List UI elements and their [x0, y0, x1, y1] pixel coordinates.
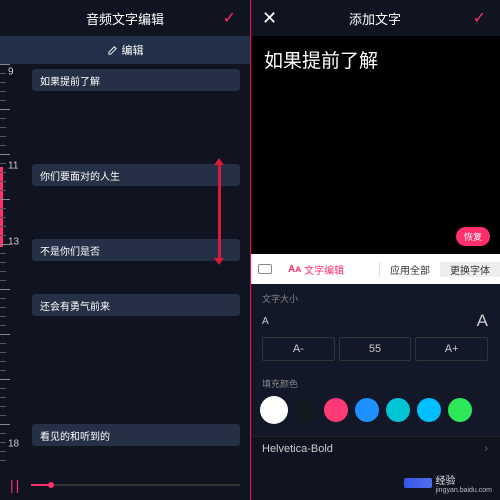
tab-change-font[interactable]: 更换字体 [440, 262, 500, 277]
lyric-text: 你们要面对的人生 [40, 168, 120, 183]
size-value: 55 [339, 337, 412, 361]
color-swatches [262, 396, 488, 428]
tab-row: Aᴀ 文字编辑 应用全部 更换字体 [250, 254, 500, 284]
color-swatch[interactable] [386, 398, 410, 422]
color-swatch[interactable] [324, 398, 348, 422]
audio-text-edit-screen: 音频文字编辑 ✓ 编辑 9 11 13 18 如果提前了解 你们要面对的人生 不… [0, 0, 250, 500]
size-max-icon: A [477, 311, 488, 331]
left-title: 音频文字编辑 [86, 9, 164, 28]
drag-arrow-icon [218, 164, 221, 259]
preview-text: 如果提前了解 [264, 46, 486, 73]
fill-label: 填充颜色 [262, 377, 488, 390]
lyric-text: 如果提前了解 [40, 73, 100, 88]
tab-text-edit[interactable]: Aᴀ 文字编辑 [280, 262, 352, 277]
confirm-button[interactable]: ✓ [473, 8, 486, 28]
color-swatch[interactable] [262, 398, 286, 422]
lyric-text: 看见的和听到的 [40, 428, 110, 443]
lyric-text: 还会有勇气前来 [40, 298, 110, 313]
size-slider[interactable]: A A [262, 311, 488, 331]
lyric-text: 不是你们是否 [40, 243, 100, 258]
ruler: 9 11 13 18 [0, 64, 26, 470]
keyboard-icon [258, 264, 272, 274]
lyric-item[interactable]: 不是你们是否 [32, 239, 240, 261]
watermark: 经验 jingyan.baidu.com [404, 472, 492, 494]
keyboard-button[interactable] [250, 264, 280, 274]
player-bar: || [0, 470, 250, 500]
color-swatch[interactable] [355, 398, 379, 422]
watermark-url: jingyan.baidu.com [436, 487, 492, 494]
text-preview[interactable]: 如果提前了解 恢复 [250, 36, 500, 254]
size-section: 文字大小 A A A- 55 A+ [250, 284, 500, 369]
tab-apply-all[interactable]: 应用全部 [379, 262, 440, 277]
left-header: 音频文字编辑 ✓ [0, 0, 250, 36]
add-text-screen: ✕ 添加文字 ✓ 如果提前了解 恢复 Aᴀ 文字编辑 应用全部 更换字体 文字大… [250, 0, 500, 500]
ruler-num: 11 [8, 161, 18, 172]
edit-button[interactable]: 编辑 [0, 36, 250, 64]
edit-label: 编辑 [122, 42, 144, 58]
size-minus-button[interactable]: A- [262, 337, 335, 361]
restore-button[interactable]: 恢复 [456, 227, 490, 246]
lyric-item[interactable]: 看见的和听到的 [32, 424, 240, 446]
screen-divider [250, 0, 251, 500]
size-label: 文字大小 [262, 292, 488, 305]
lyric-item[interactable]: 如果提前了解 [32, 69, 240, 91]
watermark-sub: 经验 [436, 476, 456, 487]
size-plus-button[interactable]: A+ [415, 337, 488, 361]
timeline[interactable]: 9 11 13 18 如果提前了解 你们要面对的人生 不是你们是否 还会有勇气前… [0, 64, 250, 470]
font-selector[interactable]: Helvetica-Bold › [250, 436, 500, 461]
right-title: 添加文字 [349, 9, 401, 28]
size-min-icon: A [262, 316, 269, 327]
chevron-right-icon: › [484, 443, 488, 455]
confirm-button[interactable]: ✓ [223, 8, 236, 28]
lyric-item[interactable]: 你们要面对的人生 [32, 164, 240, 186]
pause-button[interactable]: || [10, 477, 21, 493]
color-swatch[interactable] [448, 398, 472, 422]
right-header: ✕ 添加文字 ✓ [250, 0, 500, 36]
size-stepper: A- 55 A+ [262, 337, 488, 361]
ruler-num: 18 [8, 439, 19, 450]
lyric-item[interactable]: 还会有勇气前来 [32, 294, 240, 316]
color-swatch[interactable] [293, 398, 317, 422]
color-section: 填充颜色 [250, 369, 500, 436]
color-swatch[interactable] [417, 398, 441, 422]
font-name: Helvetica-Bold [262, 443, 333, 455]
ruler-num: 9 [8, 67, 14, 78]
edit-icon [107, 45, 118, 56]
baidu-logo-icon [404, 478, 432, 488]
text-edit-icon: Aᴀ [288, 264, 301, 275]
tab-label: 文字编辑 [304, 262, 344, 277]
ruler-num: 13 [8, 237, 19, 248]
progress-bar[interactable] [31, 484, 240, 486]
close-button[interactable]: ✕ [262, 8, 277, 29]
